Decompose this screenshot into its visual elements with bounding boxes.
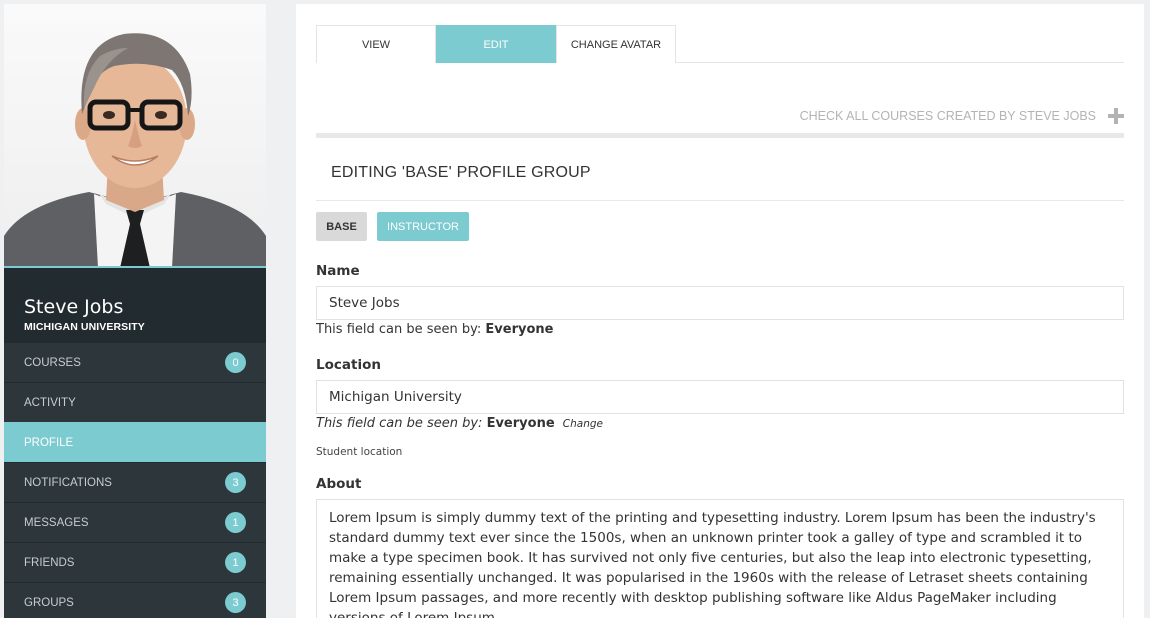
plus-icon (1108, 108, 1124, 124)
divider (316, 200, 1124, 201)
sidebar-item-label: FRIENDS (24, 556, 75, 569)
sidebar-item-label: ACTIVITY (24, 396, 76, 409)
check-courses-label: CHECK ALL COURSES CREATED BY STEVE JOBS (799, 109, 1096, 123)
location-description: Student location (316, 446, 403, 458)
visibility-value: Everyone (486, 416, 555, 431)
location-field[interactable]: Michigan University (316, 380, 1124, 414)
about-label: About (316, 476, 362, 492)
change-visibility-link[interactable]: Change (563, 418, 603, 430)
count-badge: 3 (225, 592, 246, 613)
about-textarea[interactable]: Lorem Ipsum is simply dummy text of the … (316, 499, 1124, 618)
location-label: Location (316, 357, 381, 373)
divider (316, 133, 1124, 138)
sidebar-item-messages[interactable]: MESSAGES 1 (4, 502, 266, 542)
profile-sidebar: Steve Jobs MICHIGAN UNIVERSITY COURSES 0… (4, 4, 266, 618)
sidebar-item-label: COURSES (24, 356, 81, 369)
count-badge: 0 (225, 352, 246, 373)
sidebar-item-profile[interactable]: PROFILE (4, 422, 266, 462)
tab-view[interactable]: VIEW (316, 25, 436, 63)
visibility-prefix: This field can be seen by: (316, 322, 482, 337)
avatar[interactable] (4, 4, 266, 268)
sidebar-item-notifications[interactable]: NOTIFICATIONS 3 (4, 462, 266, 502)
check-courses-link[interactable]: CHECK ALL COURSES CREATED BY STEVE JOBS (800, 108, 1124, 124)
visibility-value: Everyone (485, 322, 554, 337)
main-panel: VIEW EDIT CHANGE AVATAR CHECK ALL COURSE… (296, 4, 1144, 618)
sidebar-item-groups[interactable]: GROUPS 3 (4, 582, 266, 618)
tab-change-avatar[interactable]: CHANGE AVATAR (556, 25, 676, 63)
about-text: Lorem Ipsum is simply dummy text of the … (329, 510, 1096, 618)
profile-tabs: VIEW EDIT CHANGE AVATAR (316, 25, 1124, 63)
group-base-button[interactable]: BASE (316, 212, 367, 241)
section-title: EDITING 'BASE' PROFILE GROUP (331, 164, 591, 181)
profile-name: Steve Jobs (24, 296, 124, 318)
sidebar-item-label: PROFILE (24, 436, 74, 449)
tab-edit[interactable]: EDIT (436, 25, 556, 63)
count-badge: 3 (225, 472, 246, 493)
count-badge: 1 (225, 512, 246, 533)
name-label: Name (316, 263, 360, 279)
name-field[interactable]: Steve Jobs (316, 286, 1124, 320)
count-badge: 1 (225, 552, 246, 573)
visibility-prefix: This field can be seen by: (316, 416, 483, 431)
sidebar-item-activity[interactable]: ACTIVITY (4, 382, 266, 422)
sidebar-item-label: NOTIFICATIONS (24, 476, 112, 489)
profile-header: Steve Jobs MICHIGAN UNIVERSITY (4, 268, 266, 342)
name-visibility: This field can be seen by: Everyone (316, 322, 553, 337)
group-instructor-button[interactable]: INSTRUCTOR (377, 212, 469, 241)
sidebar-item-friends[interactable]: FRIENDS 1 (4, 542, 266, 582)
sidebar-item-label: MESSAGES (24, 516, 89, 529)
profile-organization: MICHIGAN UNIVERSITY (24, 321, 145, 333)
sidebar-item-courses[interactable]: COURSES 0 (4, 342, 266, 382)
avatar-photo (4, 33, 266, 266)
location-visibility: This field can be seen by: Everyone Chan… (316, 416, 603, 431)
sidebar-nav: COURSES 0 ACTIVITY PROFILE NOTIFICATIONS… (4, 342, 266, 618)
sidebar-item-label: GROUPS (24, 596, 74, 609)
